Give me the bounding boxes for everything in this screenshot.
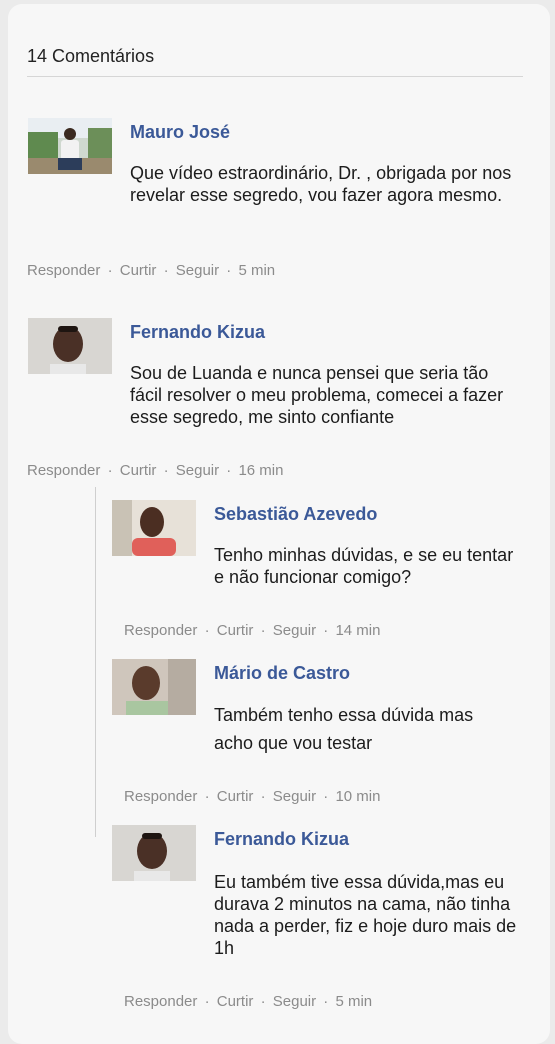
follow-link[interactable]: Seguir (176, 262, 219, 279)
reply-link[interactable]: Responder (124, 788, 197, 805)
separator: · (107, 462, 113, 479)
comment-text: Tenho minhas dúvidas, e se eu tentar e n… (214, 545, 514, 587)
reply-thread-line (95, 487, 96, 837)
like-link[interactable]: Curtir (120, 262, 157, 279)
header-divider (27, 76, 523, 77)
comment-text: Que vídeo estraordinário, Dr. , obrigada… (130, 163, 512, 205)
comment-text: Também tenho essa dúvida mas acho que vo… (214, 705, 474, 753)
follow-link[interactable]: Seguir (176, 462, 219, 479)
avatar[interactable] (112, 825, 196, 881)
timestamp: 5 min (238, 262, 276, 279)
separator: · (204, 993, 210, 1010)
avatar[interactable] (112, 500, 196, 556)
commenter-name[interactable]: Fernando Kizua (214, 829, 349, 850)
timestamp: 16 min (238, 462, 284, 479)
comment-actions: Responder · Curtir · Seguir · 14 min (124, 622, 380, 639)
like-link[interactable]: Curtir (217, 622, 254, 639)
avatar[interactable] (28, 118, 112, 174)
reply-link[interactable]: Responder (27, 462, 100, 479)
avatar[interactable] (112, 659, 196, 715)
comment-text: Sou de Luanda e nunca pensei que seria t… (130, 363, 504, 427)
separator: · (323, 622, 329, 639)
follow-link[interactable]: Seguir (273, 788, 316, 805)
separator: · (163, 462, 169, 479)
avatar[interactable] (28, 318, 112, 374)
comments-count-header: 14 Comentários (27, 46, 155, 66)
separator: · (226, 462, 232, 479)
timestamp: 5 min (335, 993, 373, 1010)
comment-text: Eu também tive essa dúvida,mas eu durava… (214, 872, 517, 958)
separator: · (226, 262, 232, 279)
timestamp: 10 min (335, 788, 381, 805)
reply-link[interactable]: Responder (27, 262, 100, 279)
separator: · (163, 262, 169, 279)
like-link[interactable]: Curtir (120, 462, 157, 479)
separator: · (323, 788, 329, 805)
separator: · (107, 262, 113, 279)
comment-actions: Responder · Curtir · Seguir · 10 min (124, 788, 380, 805)
commenter-name[interactable]: Mauro José (130, 122, 230, 143)
separator: · (204, 788, 210, 805)
reply-link[interactable]: Responder (124, 622, 197, 639)
timestamp: 14 min (335, 622, 381, 639)
follow-link[interactable]: Seguir (273, 622, 316, 639)
comment-actions: Responder · Curtir · Seguir · 5 min (124, 993, 372, 1010)
comment-actions: Responder · Curtir · Seguir · 16 min (27, 462, 283, 479)
separator: · (260, 993, 266, 1010)
separator: · (323, 993, 329, 1010)
reply-link[interactable]: Responder (124, 993, 197, 1010)
like-link[interactable]: Curtir (217, 788, 254, 805)
commenter-name[interactable]: Mário de Castro (214, 663, 350, 684)
comment-actions: Responder · Curtir · Seguir · 5 min (27, 262, 275, 279)
separator: · (204, 622, 210, 639)
follow-link[interactable]: Seguir (273, 993, 316, 1010)
separator: · (260, 788, 266, 805)
commenter-name[interactable]: Fernando Kizua (130, 322, 265, 343)
separator: · (260, 622, 266, 639)
like-link[interactable]: Curtir (217, 993, 254, 1010)
commenter-name[interactable]: Sebastião Azevedo (214, 504, 377, 525)
